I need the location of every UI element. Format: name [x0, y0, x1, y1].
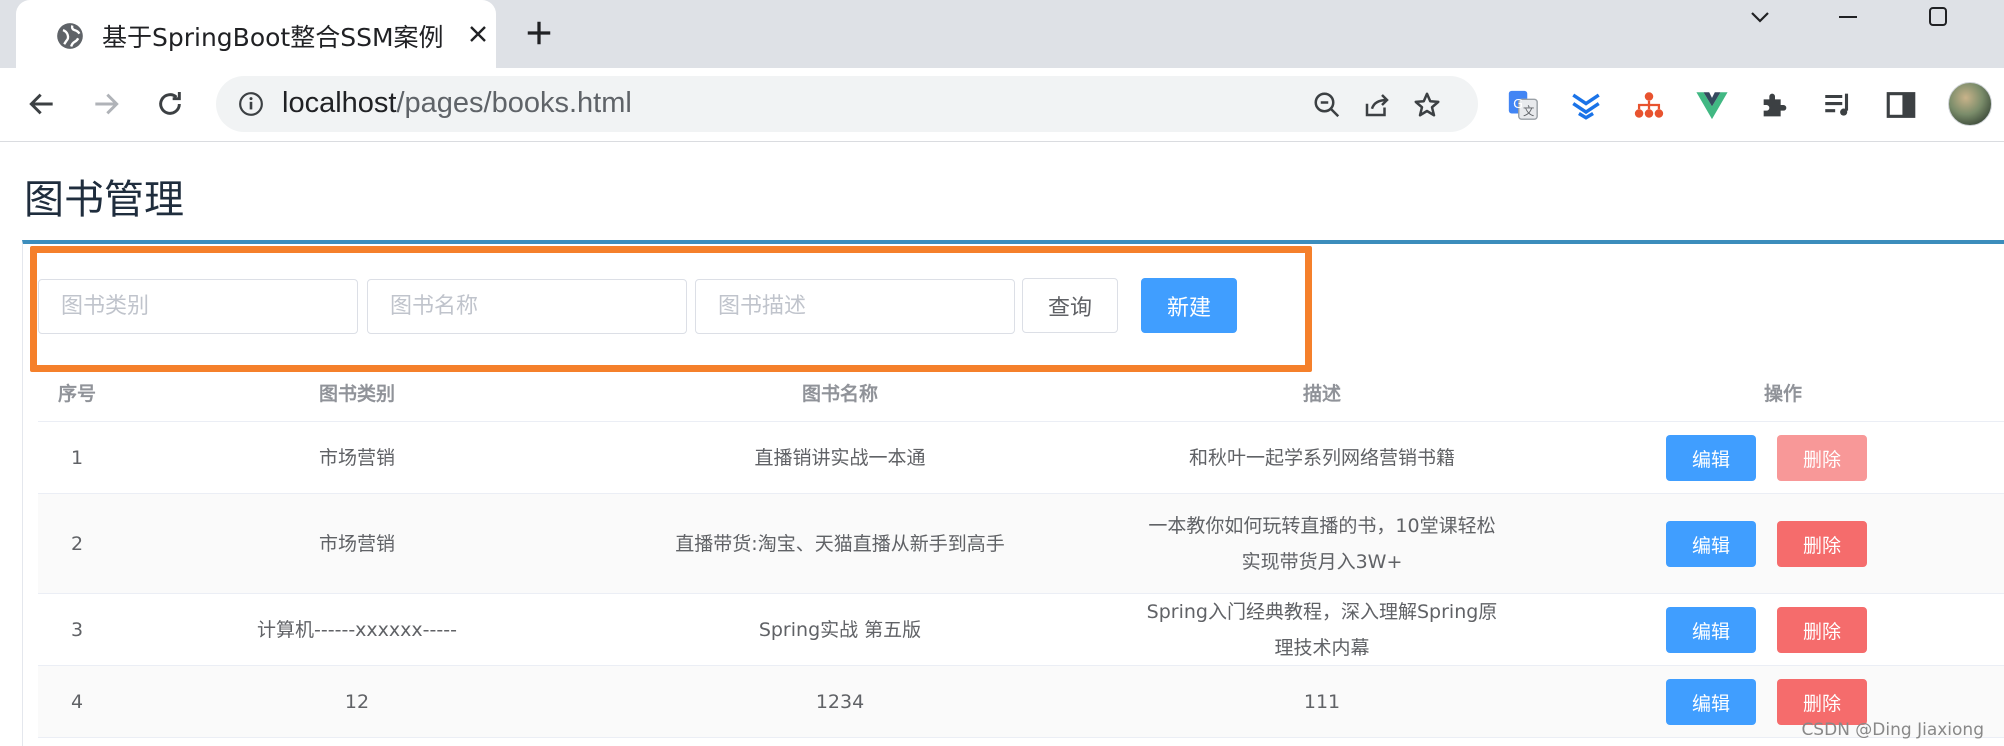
delete-button[interactable]: 删除 — [1777, 435, 1867, 481]
reload-button[interactable] — [152, 86, 188, 122]
translate-extension-icon: G文 — [1508, 90, 1538, 120]
cell-description: Spring入门经典教程，深入理解Spring原理技术内幕 — [1146, 600, 1498, 659]
globe-icon — [57, 23, 83, 49]
plus-icon[interactable] — [524, 18, 554, 48]
address-bar[interactable]: localhost/pages/books.html — [216, 76, 1478, 132]
tab-strip: 基于SpringBoot整合SSM案例 — [0, 0, 2004, 68]
reload-icon — [159, 92, 181, 115]
cell-index: 3 — [70, 618, 84, 641]
maximize-button[interactable] — [1908, 0, 1968, 34]
cell-name: Spring实战 第五版 — [758, 618, 922, 641]
close-icon[interactable] — [466, 22, 490, 46]
profile-avatar[interactable] — [1948, 82, 1992, 126]
svg-text:G: G — [1513, 97, 1523, 112]
vue-devtools-icon — [1696, 92, 1728, 120]
translate-extension[interactable]: G文 — [1504, 86, 1542, 124]
delete-button[interactable]: 删除 — [1777, 607, 1867, 653]
cell-type: 计算机------xxxxxx----- — [257, 618, 457, 641]
back-arrow-icon — [29, 93, 53, 115]
cell-name: 直播销讲实战一本通 — [754, 446, 926, 469]
side-panel-button[interactable] — [1882, 86, 1920, 124]
sitemap-extension-icon — [1634, 92, 1664, 118]
extensions-button[interactable] — [1756, 86, 1794, 124]
header-type: 图书类别 — [318, 383, 395, 405]
header-operations: 操作 — [1763, 383, 1802, 405]
cell-type: 市场营销 — [318, 532, 395, 555]
cell-description: 一本教你如何玩转直播的书，10堂课轻松实现带货月入3W+ — [1148, 514, 1496, 573]
cell-type: 12 — [344, 690, 370, 713]
header-description: 描述 — [1302, 383, 1341, 405]
cell-index: 4 — [70, 690, 84, 713]
back-button[interactable] — [24, 86, 60, 122]
watermark: CSDN @Ding Jiaxiong — [1801, 720, 1984, 740]
browser-tab[interactable]: 基于SpringBoot整合SSM案例 — [16, 0, 496, 68]
delete-button[interactable]: 删除 — [1777, 679, 1867, 725]
forward-arrow-icon — [95, 93, 119, 115]
download-extension[interactable] — [1567, 86, 1605, 124]
chevron-down-icon — [1751, 12, 1769, 23]
cell-description: 111 — [1303, 690, 1341, 713]
media-queue-icon — [1825, 93, 1849, 116]
star-icon[interactable] — [1412, 90, 1442, 120]
cell-description: 和秋叶一起学系列网络营销书籍 — [1188, 446, 1455, 469]
header-index: 序号 — [57, 383, 96, 405]
edit-button[interactable]: 编辑 — [1666, 607, 1756, 653]
browser-toolbar: localhost/pages/books.html G文 — [0, 68, 2004, 142]
tab-title: 基于SpringBoot整合SSM案例 — [102, 23, 444, 52]
delete-button[interactable]: 删除 — [1777, 521, 1867, 567]
forward-button[interactable] — [88, 86, 124, 122]
table-header: 序号 图书类别 图书名称 描述 操作 — [38, 366, 2004, 422]
puzzle-extensions-icon — [1763, 93, 1787, 117]
tab-search-button[interactable] — [1730, 0, 1790, 34]
cell-name: 直播带货:淘宝、天猫直播从新手到高手 — [675, 532, 1005, 555]
minimize-button[interactable] — [1818, 0, 1878, 34]
url-text[interactable]: localhost/pages/books.html — [282, 87, 632, 120]
minimize-icon — [1839, 16, 1857, 18]
info-icon[interactable] — [238, 91, 264, 117]
cell-index: 1 — [70, 446, 84, 469]
edit-button[interactable]: 编辑 — [1666, 435, 1756, 481]
download-extension-icon — [1572, 93, 1600, 120]
url-host: localhost — [282, 87, 397, 119]
cell-name: 1234 — [815, 690, 865, 713]
svg-text:文: 文 — [1523, 104, 1534, 118]
url-path: /pages/books.html — [396, 87, 632, 119]
cell-index: 2 — [70, 532, 84, 555]
edit-button[interactable]: 编辑 — [1666, 679, 1756, 725]
cell-type: 市场营销 — [318, 446, 395, 469]
sitemap-extension[interactable] — [1630, 86, 1668, 124]
header-name: 图书名称 — [801, 383, 878, 405]
media-queue-button[interactable] — [1819, 86, 1857, 124]
side-panel-icon — [1886, 92, 1916, 118]
share-icon[interactable] — [1362, 90, 1392, 120]
annotation-highlight-box — [30, 246, 1312, 372]
edit-button[interactable]: 编辑 — [1666, 521, 1756, 567]
page-title: 图书管理 — [24, 177, 184, 223]
maximize-icon — [1929, 7, 1947, 26]
vue-devtools-extension[interactable] — [1693, 86, 1731, 124]
zoom-out-icon[interactable] — [1312, 90, 1342, 120]
